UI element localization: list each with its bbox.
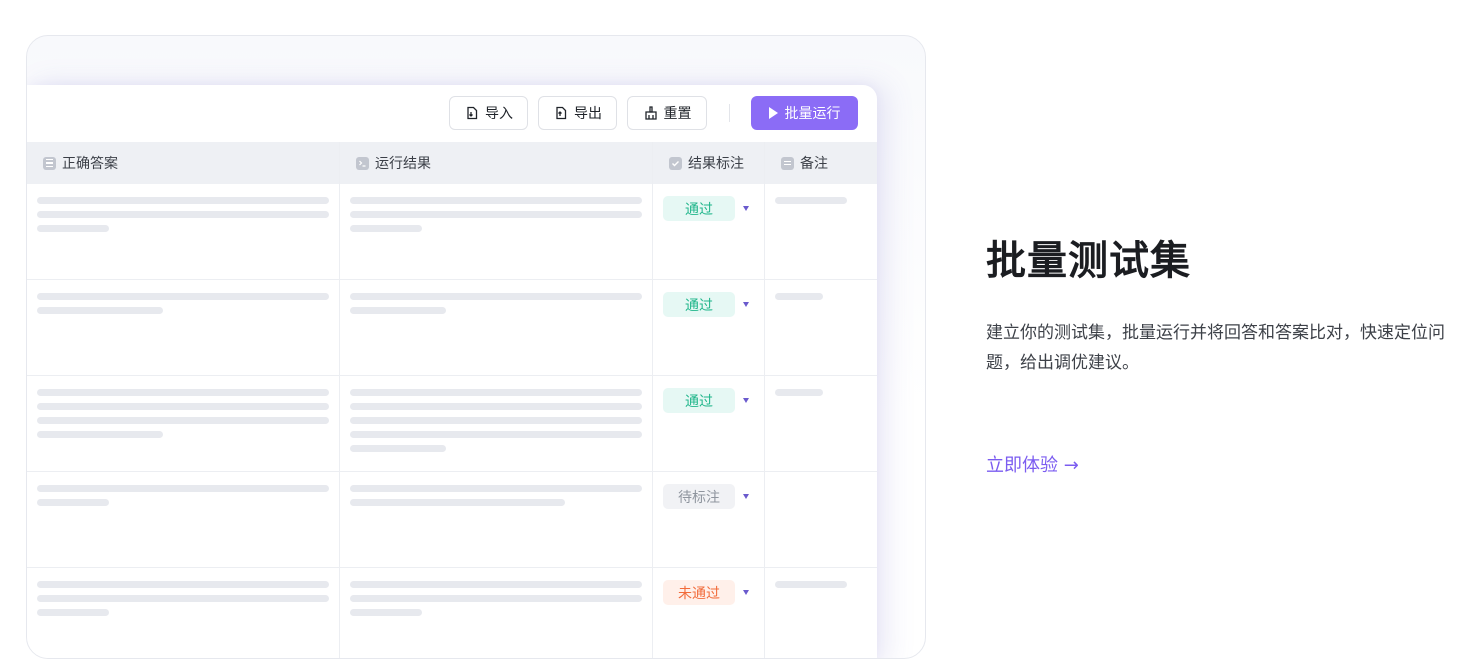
text-placeholder [775, 293, 823, 300]
play-icon [768, 107, 778, 119]
text-placeholder [37, 403, 329, 410]
toolbar: 导入 导出 重置 批量运行 [27, 85, 877, 142]
text-placeholder [775, 389, 823, 396]
text-placeholder [350, 293, 642, 300]
feature-description: 建立你的测试集，批量运行并将回答和答案比对，快速定位问题，给出调优建议。 [986, 323, 1445, 373]
text-field-icon [781, 156, 794, 170]
text-placeholder [37, 225, 109, 232]
broom-icon [643, 105, 659, 121]
status-badge[interactable]: 通过 [663, 292, 735, 317]
column-header-result[interactable]: 运行结果 [356, 142, 431, 184]
text-placeholder [350, 499, 565, 506]
column-label: 正确答案 [62, 156, 118, 172]
text-placeholder [350, 307, 446, 314]
chevron-down-icon[interactable] [743, 398, 749, 403]
terminal-icon [356, 156, 369, 170]
text-placeholder [37, 211, 329, 218]
test-set-panel: 导入 导出 重置 批量运行 正确答案 运行结果 结果标注 备注 通过 通过 通过… [27, 85, 877, 658]
text-placeholder [350, 431, 642, 438]
text-placeholder [775, 197, 847, 204]
text-placeholder [37, 431, 163, 438]
text-placeholder [37, 389, 329, 396]
text-placeholder [37, 609, 109, 616]
text-placeholder [350, 595, 642, 602]
text-placeholder [350, 211, 642, 218]
text-placeholder [350, 581, 642, 588]
text-field-icon [43, 156, 56, 170]
text-placeholder [37, 197, 329, 204]
table-row[interactable]: 通过 [27, 280, 877, 376]
export-button[interactable]: 导出 [538, 96, 617, 130]
import-file-icon [464, 105, 480, 121]
status-badge[interactable]: 通过 [663, 196, 735, 221]
column-header-answer[interactable]: 正确答案 [43, 142, 118, 184]
table-row[interactable]: 通过 [27, 376, 877, 472]
try-now-link[interactable]: 立即体验 → [986, 451, 1079, 477]
import-label: 导入 [485, 106, 513, 122]
text-placeholder [37, 581, 329, 588]
checkbox-icon [669, 156, 682, 170]
chevron-down-icon[interactable] [743, 590, 749, 595]
text-placeholder [350, 609, 422, 616]
text-placeholder [350, 197, 642, 204]
reset-label: 重置 [663, 106, 692, 122]
batch-run-button[interactable]: 批量运行 [751, 96, 858, 130]
column-label: 运行结果 [375, 156, 431, 172]
table-row[interactable]: 未通过 [27, 568, 877, 658]
status-badge[interactable]: 通过 [663, 388, 735, 413]
text-placeholder [350, 485, 642, 492]
column-header-note[interactable]: 备注 [781, 142, 828, 184]
reset-button[interactable]: 重置 [627, 96, 707, 130]
toolbar-divider [729, 104, 730, 122]
text-placeholder [37, 595, 329, 602]
export-label: 导出 [574, 106, 602, 122]
export-file-icon [553, 105, 569, 121]
text-placeholder [350, 445, 446, 452]
text-placeholder [37, 499, 109, 506]
feature-title: 批量测试集 [986, 238, 1191, 284]
text-placeholder [37, 485, 329, 492]
text-placeholder [350, 389, 642, 396]
text-placeholder [350, 417, 642, 424]
batch-run-label: 批量运行 [784, 106, 841, 122]
product-preview-card: 导入 导出 重置 批量运行 正确答案 运行结果 结果标注 备注 通过 通过 通过… [26, 35, 926, 659]
table-row[interactable]: 待标注 [27, 472, 877, 568]
column-label: 结果标注 [688, 156, 744, 172]
status-badge[interactable]: 未通过 [663, 580, 735, 605]
text-placeholder [37, 293, 329, 300]
text-placeholder [350, 225, 422, 232]
chevron-down-icon[interactable] [743, 302, 749, 307]
text-placeholder [37, 307, 163, 314]
table-row[interactable]: 通过 [27, 184, 877, 280]
table-header: 正确答案 运行结果 结果标注 备注 [27, 142, 877, 184]
column-label: 备注 [800, 156, 828, 172]
column-header-label[interactable]: 结果标注 [669, 142, 744, 184]
text-placeholder [350, 403, 642, 410]
text-placeholder [775, 581, 847, 588]
chevron-down-icon[interactable] [743, 206, 749, 211]
chevron-down-icon[interactable] [743, 494, 749, 499]
import-button[interactable]: 导入 [449, 96, 528, 130]
status-badge[interactable]: 待标注 [663, 484, 735, 509]
text-placeholder [37, 417, 329, 424]
